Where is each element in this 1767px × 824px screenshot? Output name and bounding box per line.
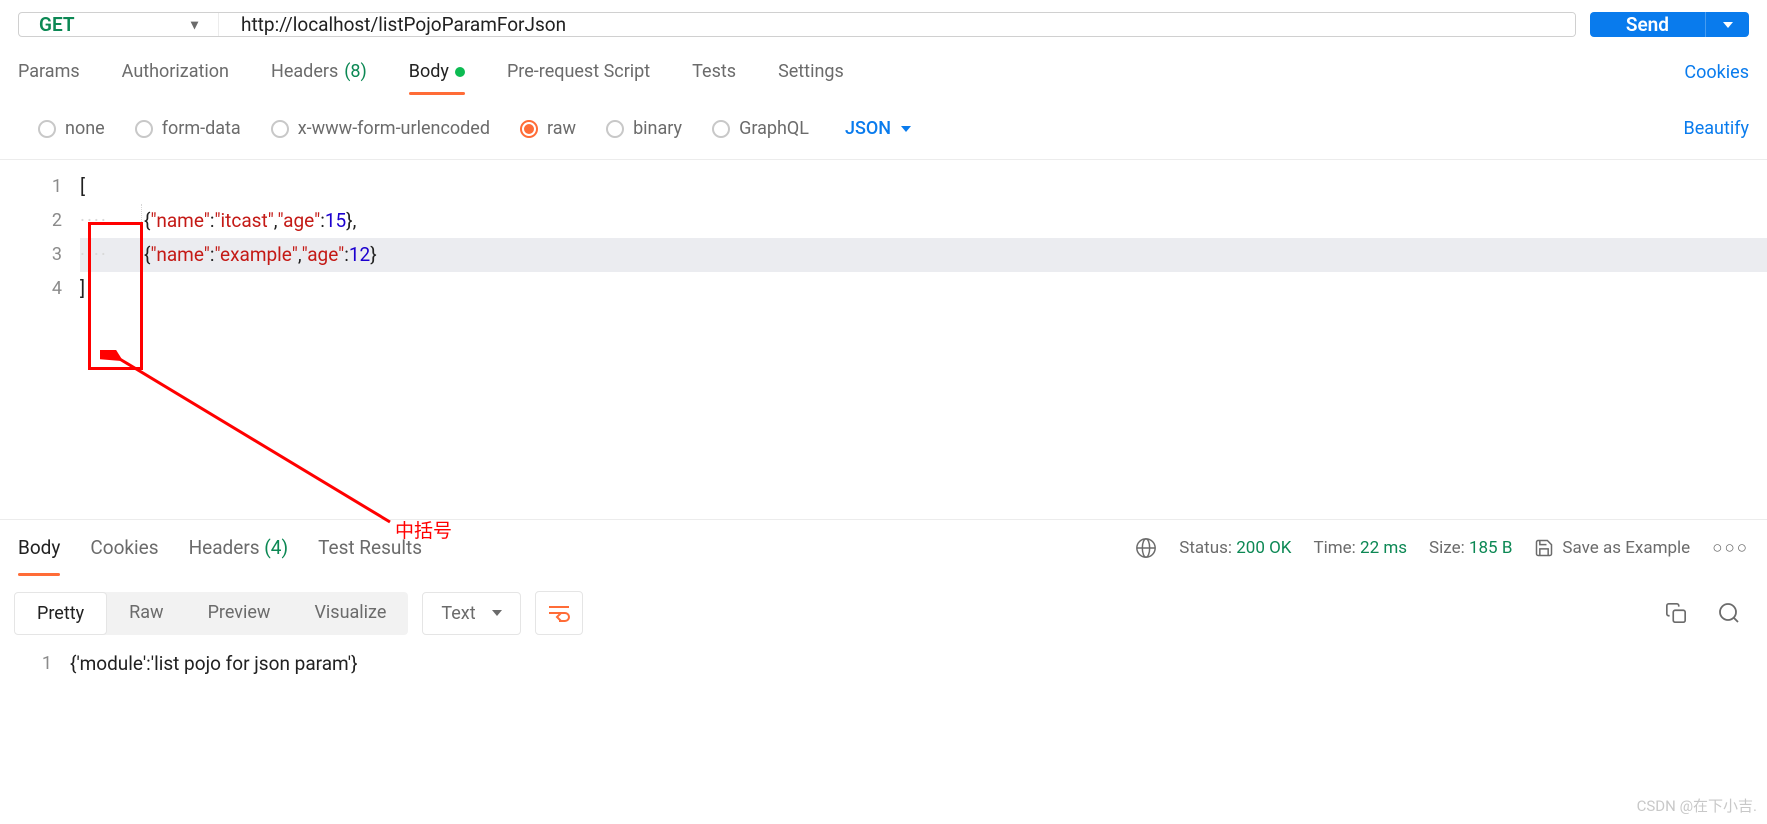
- resp-tab-cookies[interactable]: Cookies: [90, 520, 158, 575]
- response-body: 1 {'module':'list pojo for json param'}: [0, 645, 1767, 681]
- search-icon[interactable]: [1709, 593, 1749, 633]
- line-number: 4: [0, 272, 62, 306]
- response-format-selector[interactable]: Text: [422, 592, 520, 635]
- body-type-group: none form-data x-www-form-urlencoded raw…: [38, 118, 911, 139]
- radio-url-label: x-www-form-urlencoded: [298, 118, 490, 139]
- response-code[interactable]: {'module':'list pojo for json param'}: [70, 647, 1767, 681]
- watermark: CSDN @在下小吉.: [1637, 795, 1757, 816]
- indent-guide: ····: [80, 204, 142, 238]
- line-number: 2: [0, 204, 62, 238]
- beautify-button[interactable]: Beautify: [1683, 108, 1749, 149]
- code-token: }: [351, 647, 357, 681]
- tab-settings[interactable]: Settings: [778, 51, 844, 94]
- code-token: },: [346, 204, 356, 238]
- tab-tests[interactable]: Tests: [692, 51, 736, 94]
- url-group: GET ▾: [18, 12, 1576, 37]
- radio-raw-label: raw: [547, 118, 576, 139]
- tab-prerequest[interactable]: Pre-request Script: [507, 51, 650, 94]
- url-input[interactable]: [219, 13, 1575, 36]
- view-raw[interactable]: Raw: [107, 592, 185, 635]
- indent-guide: ····: [80, 238, 142, 272]
- view-pretty[interactable]: Pretty: [14, 592, 107, 635]
- tab-body[interactable]: Body: [409, 51, 465, 94]
- status-label: Status:: [1179, 538, 1232, 558]
- radio-binary[interactable]: binary: [606, 118, 682, 139]
- code-token: }: [370, 238, 376, 272]
- save-label: Save as Example: [1562, 538, 1690, 558]
- tab-body-label: Body: [409, 61, 449, 82]
- line-number: 1: [0, 647, 52, 681]
- body-format-selector[interactable]: JSON: [845, 118, 911, 139]
- size-value: 185 B: [1469, 538, 1512, 558]
- radio-icon: [135, 120, 153, 138]
- radio-graphql-label: GraphQL: [739, 118, 809, 139]
- code-token: 'module': [76, 647, 146, 681]
- radio-none[interactable]: none: [38, 118, 105, 139]
- code-token: "age": [278, 204, 321, 238]
- radio-formdata[interactable]: form-data: [135, 118, 241, 139]
- line-number: 1: [0, 170, 62, 204]
- copy-icon[interactable]: [1657, 594, 1695, 632]
- code-token: "age": [302, 238, 345, 272]
- tab-headers-label: Headers: [271, 61, 338, 82]
- time-value: 22 ms: [1360, 538, 1407, 558]
- dot-icon: [455, 67, 465, 77]
- radio-icon: [712, 120, 730, 138]
- request-tabs: Params Authorization Headers (8) Body Pr…: [18, 51, 844, 94]
- chevron-down-icon: ▾: [191, 17, 198, 33]
- code-area[interactable]: [ ····{"name":"itcast","age":15}, ····{"…: [80, 170, 1767, 306]
- response-view-group: Pretty Raw Preview Visualize: [14, 592, 408, 635]
- view-preview[interactable]: Preview: [186, 592, 293, 635]
- code-token: "example": [214, 238, 297, 272]
- tab-params[interactable]: Params: [18, 51, 80, 94]
- annotation-text: 中括号: [395, 516, 452, 543]
- method-label: GET: [39, 13, 75, 36]
- radio-icon: [38, 120, 56, 138]
- code-token: 12: [349, 238, 370, 272]
- tab-authorization[interactable]: Authorization: [122, 51, 229, 94]
- send-button[interactable]: Send: [1590, 12, 1705, 37]
- response-tabs: Body Cookies Headers (4) Test Results: [18, 520, 422, 575]
- headers-count: (8): [344, 61, 367, 82]
- radio-form-label: form-data: [162, 118, 241, 139]
- line-number: 3: [0, 238, 62, 272]
- more-icon[interactable]: ○○○: [1712, 538, 1749, 558]
- code-token: 'list pojo for json param': [151, 647, 351, 681]
- resp-headers-count: (4): [264, 536, 288, 559]
- code-token: [: [80, 170, 85, 204]
- resp-line-gutter: 1: [0, 647, 70, 681]
- code-token: "name": [150, 204, 209, 238]
- send-group: Send: [1590, 12, 1749, 37]
- response-meta: Status: 200 OK Time: 22 ms Size: 185 B S…: [1135, 537, 1749, 559]
- radio-urlencoded[interactable]: x-www-form-urlencoded: [271, 118, 490, 139]
- radio-icon: [606, 120, 624, 138]
- time-label: Time:: [1313, 538, 1355, 558]
- cookies-link[interactable]: Cookies: [1684, 52, 1749, 93]
- globe-icon[interactable]: [1135, 537, 1157, 559]
- size-label: Size:: [1429, 538, 1465, 558]
- code-token: "name": [150, 238, 209, 272]
- radio-raw[interactable]: raw: [520, 118, 576, 139]
- view-visualize[interactable]: Visualize: [292, 592, 408, 635]
- resp-headers-label: Headers: [189, 536, 260, 559]
- radio-icon: [520, 120, 538, 138]
- resp-tab-headers[interactable]: Headers (4): [189, 520, 289, 575]
- resp-tab-body[interactable]: Body: [18, 520, 60, 575]
- tab-headers[interactable]: Headers (8): [271, 51, 367, 94]
- radio-icon: [271, 120, 289, 138]
- status-value: 200 OK: [1236, 538, 1291, 558]
- send-dropdown[interactable]: [1705, 12, 1749, 37]
- code-token: "itcast": [214, 204, 273, 238]
- request-body-editor[interactable]: 1 2 3 4 [ ····{"name":"itcast","age":15}…: [0, 160, 1767, 306]
- code-token: ]: [80, 272, 85, 306]
- line-gutter: 1 2 3 4: [0, 170, 80, 306]
- code-token: 15: [325, 204, 346, 238]
- radio-graphql[interactable]: GraphQL: [712, 118, 809, 139]
- radio-binary-label: binary: [633, 118, 682, 139]
- save-icon[interactable]: Save as Example: [1534, 538, 1690, 558]
- wrap-lines-button[interactable]: [535, 591, 583, 635]
- method-selector[interactable]: GET ▾: [19, 13, 219, 36]
- radio-none-label: none: [65, 118, 105, 139]
